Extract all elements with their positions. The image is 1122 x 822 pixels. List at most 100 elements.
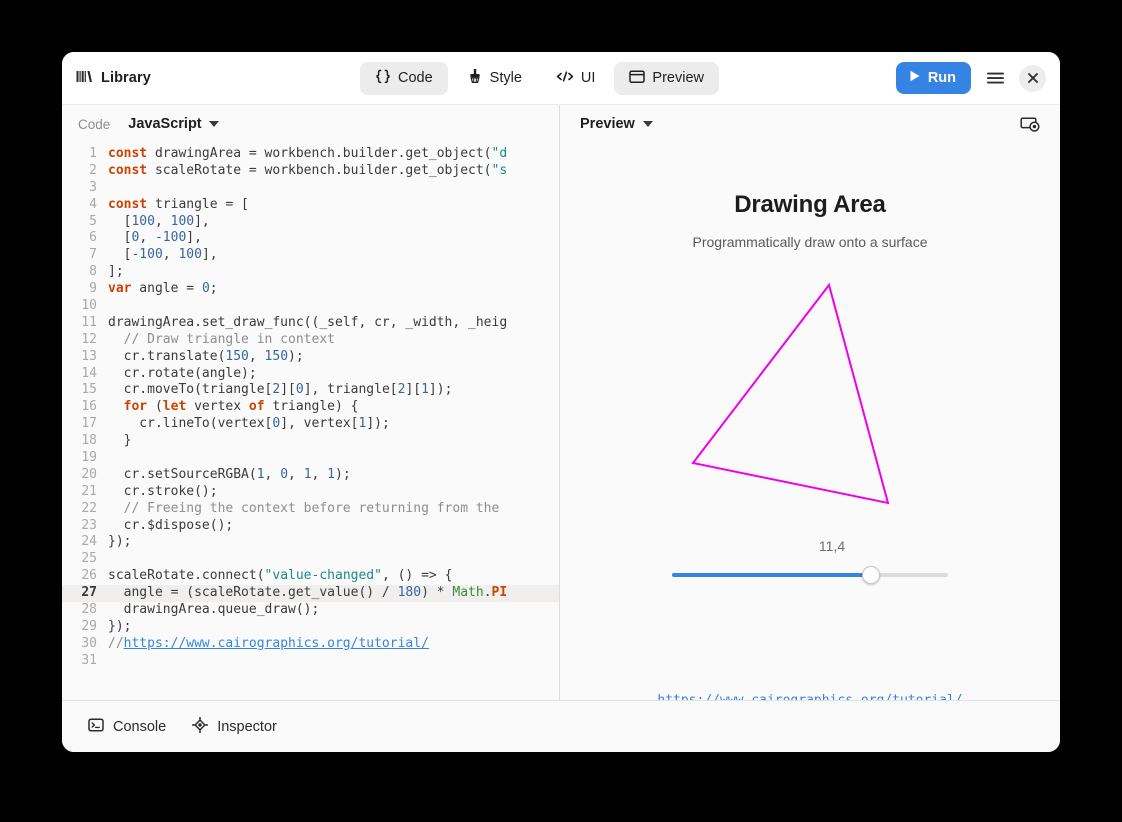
code-line-text: drawingArea.queue_draw(); (108, 602, 320, 618)
code-line-text: angle = (scaleRotate.get_value() / 180) … (108, 585, 508, 601)
preview-toolbar: Preview (560, 105, 1060, 143)
line-number: 3 (89, 179, 97, 195)
line-number: 14 (81, 365, 97, 381)
line-number: 19 (81, 450, 97, 466)
application-window: Library Code Style UI Preview Run Code J… (62, 52, 1060, 752)
code-line[interactable]: 31 (62, 653, 559, 670)
line-number: 4 (89, 196, 97, 212)
code-editor[interactable]: 1 const drawingArea = workbench.builder.g… (62, 143, 559, 700)
line-number: 10 (81, 298, 97, 314)
chevron-down-icon (642, 121, 653, 127)
bottom-bar: Console Inspector (62, 700, 1060, 752)
code-panel: Code JavaScript 1 const drawingArea = wor… (62, 105, 560, 700)
code-line[interactable]: 26 scaleRotate.connect("value-changed", (… (62, 568, 559, 585)
code-line[interactable]: 11 drawingArea.set_draw_func((_self, cr, … (62, 315, 559, 332)
line-number: 25 (81, 551, 97, 567)
language-selector[interactable]: JavaScript (128, 116, 219, 132)
code-line[interactable]: 24}); (62, 534, 559, 551)
code-line[interactable]: 27 angle = (scaleRotate.get_value() / 18… (62, 585, 559, 603)
tab-preview[interactable]: Preview (614, 61, 719, 95)
code-line-text: // Draw triangle in context (108, 331, 335, 347)
code-line[interactable]: 10 (62, 298, 559, 315)
code-hyperlink[interactable]: https://www.cairographics.org/tutorial/ (124, 636, 429, 651)
code-line[interactable]: 21 cr.stroke(); (62, 484, 559, 501)
tab-style[interactable]: Style (452, 62, 537, 95)
console-label: Console (113, 718, 167, 735)
preview-panel: Preview Drawing Area Programmatically dr… (560, 105, 1060, 700)
line-number: 6 (89, 230, 97, 246)
slider-thumb[interactable] (861, 566, 880, 584)
preview-content: Drawing Area Programmatically draw onto … (560, 143, 1060, 700)
code-line-text: const scaleRotate = workbench.builder.ge… (108, 162, 508, 178)
braces-icon (375, 69, 391, 88)
code-line-text: ]; (108, 264, 124, 280)
line-number: 1 (89, 146, 97, 161)
line-number: 22 (81, 500, 97, 516)
books-icon (76, 69, 93, 88)
line-number: 16 (81, 399, 97, 415)
code-line[interactable]: 9 var angle = 0; (62, 281, 559, 298)
drawing-area-canvas[interactable] (660, 272, 960, 530)
code-line[interactable]: 15 cr.moveTo(triangle[2][0], triangle[2]… (62, 382, 559, 399)
slider-track-area[interactable] (672, 566, 948, 584)
code-line[interactable]: 25 (62, 551, 559, 568)
code-line[interactable]: 4 const triangle = [ (62, 197, 559, 214)
code-line[interactable]: 1 const drawingArea = workbench.builder.g… (62, 146, 559, 163)
code-line[interactable]: 30 //https://www.cairographics.org/tutori… (62, 636, 559, 653)
code-line-text: }); (108, 618, 132, 634)
code-line[interactable]: 14 cr.rotate(angle); (62, 366, 559, 383)
tab-style-label: Style (489, 70, 522, 86)
code-line-text: scaleRotate.connect("value-changed", () … (108, 568, 453, 584)
library-label: Library (101, 70, 151, 86)
workspace-split: Code JavaScript 1 const drawingArea = wor… (62, 104, 1060, 700)
code-line-text: [100, 100], (108, 213, 210, 229)
close-icon[interactable] (1019, 64, 1046, 92)
code-line-text: } (108, 433, 132, 449)
tab-ui[interactable]: UI (541, 62, 611, 95)
code-line[interactable]: 23 cr.$dispose(); (62, 518, 559, 535)
run-button[interactable]: Run (895, 62, 971, 94)
line-number: 15 (81, 382, 97, 398)
preview-link[interactable]: https://www.cairographics.org/tutorial/ (560, 693, 1060, 700)
code-line[interactable]: 12 // Draw triangle in context (62, 332, 559, 349)
tab-ui-label: UI (580, 70, 596, 86)
code-line-text: }); (108, 534, 132, 550)
preview-subtitle: Programmatically draw onto a surface (692, 234, 928, 250)
code-line[interactable]: 5 [100, 100], (62, 214, 559, 231)
code-line[interactable]: 2 const scaleRotate = workbench.builder.g… (62, 163, 559, 180)
hamburger-icon[interactable] (982, 65, 1008, 91)
window-icon (629, 69, 646, 88)
line-number: 27 (81, 585, 97, 601)
code-line[interactable]: 16 for (let vertex of triangle) { (62, 399, 559, 416)
tab-code[interactable]: Code (360, 61, 448, 95)
scale-rotate-slider[interactable]: 11,4 (672, 538, 948, 586)
code-line[interactable]: 7 [-100, 100], (62, 247, 559, 264)
code-line[interactable]: 19 (62, 450, 559, 467)
code-line-text: cr.rotate(angle); (108, 365, 257, 381)
preview-selector[interactable]: Preview (580, 116, 653, 132)
screenshot-camera-icon[interactable] (1018, 112, 1042, 136)
run-label: Run (927, 70, 956, 86)
code-line[interactable]: 3 (62, 180, 559, 197)
tab-preview-label: Preview (652, 70, 704, 86)
inspector-label: Inspector (217, 718, 277, 735)
code-line[interactable]: 17 cr.lineTo(vertex[0], vertex[1]); (62, 416, 559, 433)
code-line[interactable]: 29}); (62, 619, 559, 636)
code-line[interactable]: 13 cr.translate(150, 150); (62, 349, 559, 366)
line-number: 23 (81, 517, 97, 533)
library-button[interactable]: Library (76, 69, 151, 88)
code-line-text: [0, -100], (108, 230, 202, 246)
line-number: 8 (89, 264, 97, 280)
code-line[interactable]: 8]; (62, 264, 559, 281)
code-line[interactable]: 6 [0, -100], (62, 230, 559, 247)
code-line[interactable]: 22 // Freeing the context before returni… (62, 501, 559, 518)
inspector-button[interactable]: Inspector (192, 716, 277, 737)
code-line[interactable]: 28 drawingArea.queue_draw(); (62, 602, 559, 619)
code-line-text: [-100, 100], (108, 247, 218, 263)
code-line[interactable]: 18 } (62, 433, 559, 450)
language-label: JavaScript (128, 116, 202, 132)
code-line[interactable]: 20 cr.setSourceRGBA(1, 0, 1, 1); (62, 467, 559, 484)
code-line-text: //https://www.cairographics.org/tutorial… (108, 635, 429, 651)
console-button[interactable]: Console (88, 717, 166, 737)
line-number: 5 (89, 213, 97, 229)
